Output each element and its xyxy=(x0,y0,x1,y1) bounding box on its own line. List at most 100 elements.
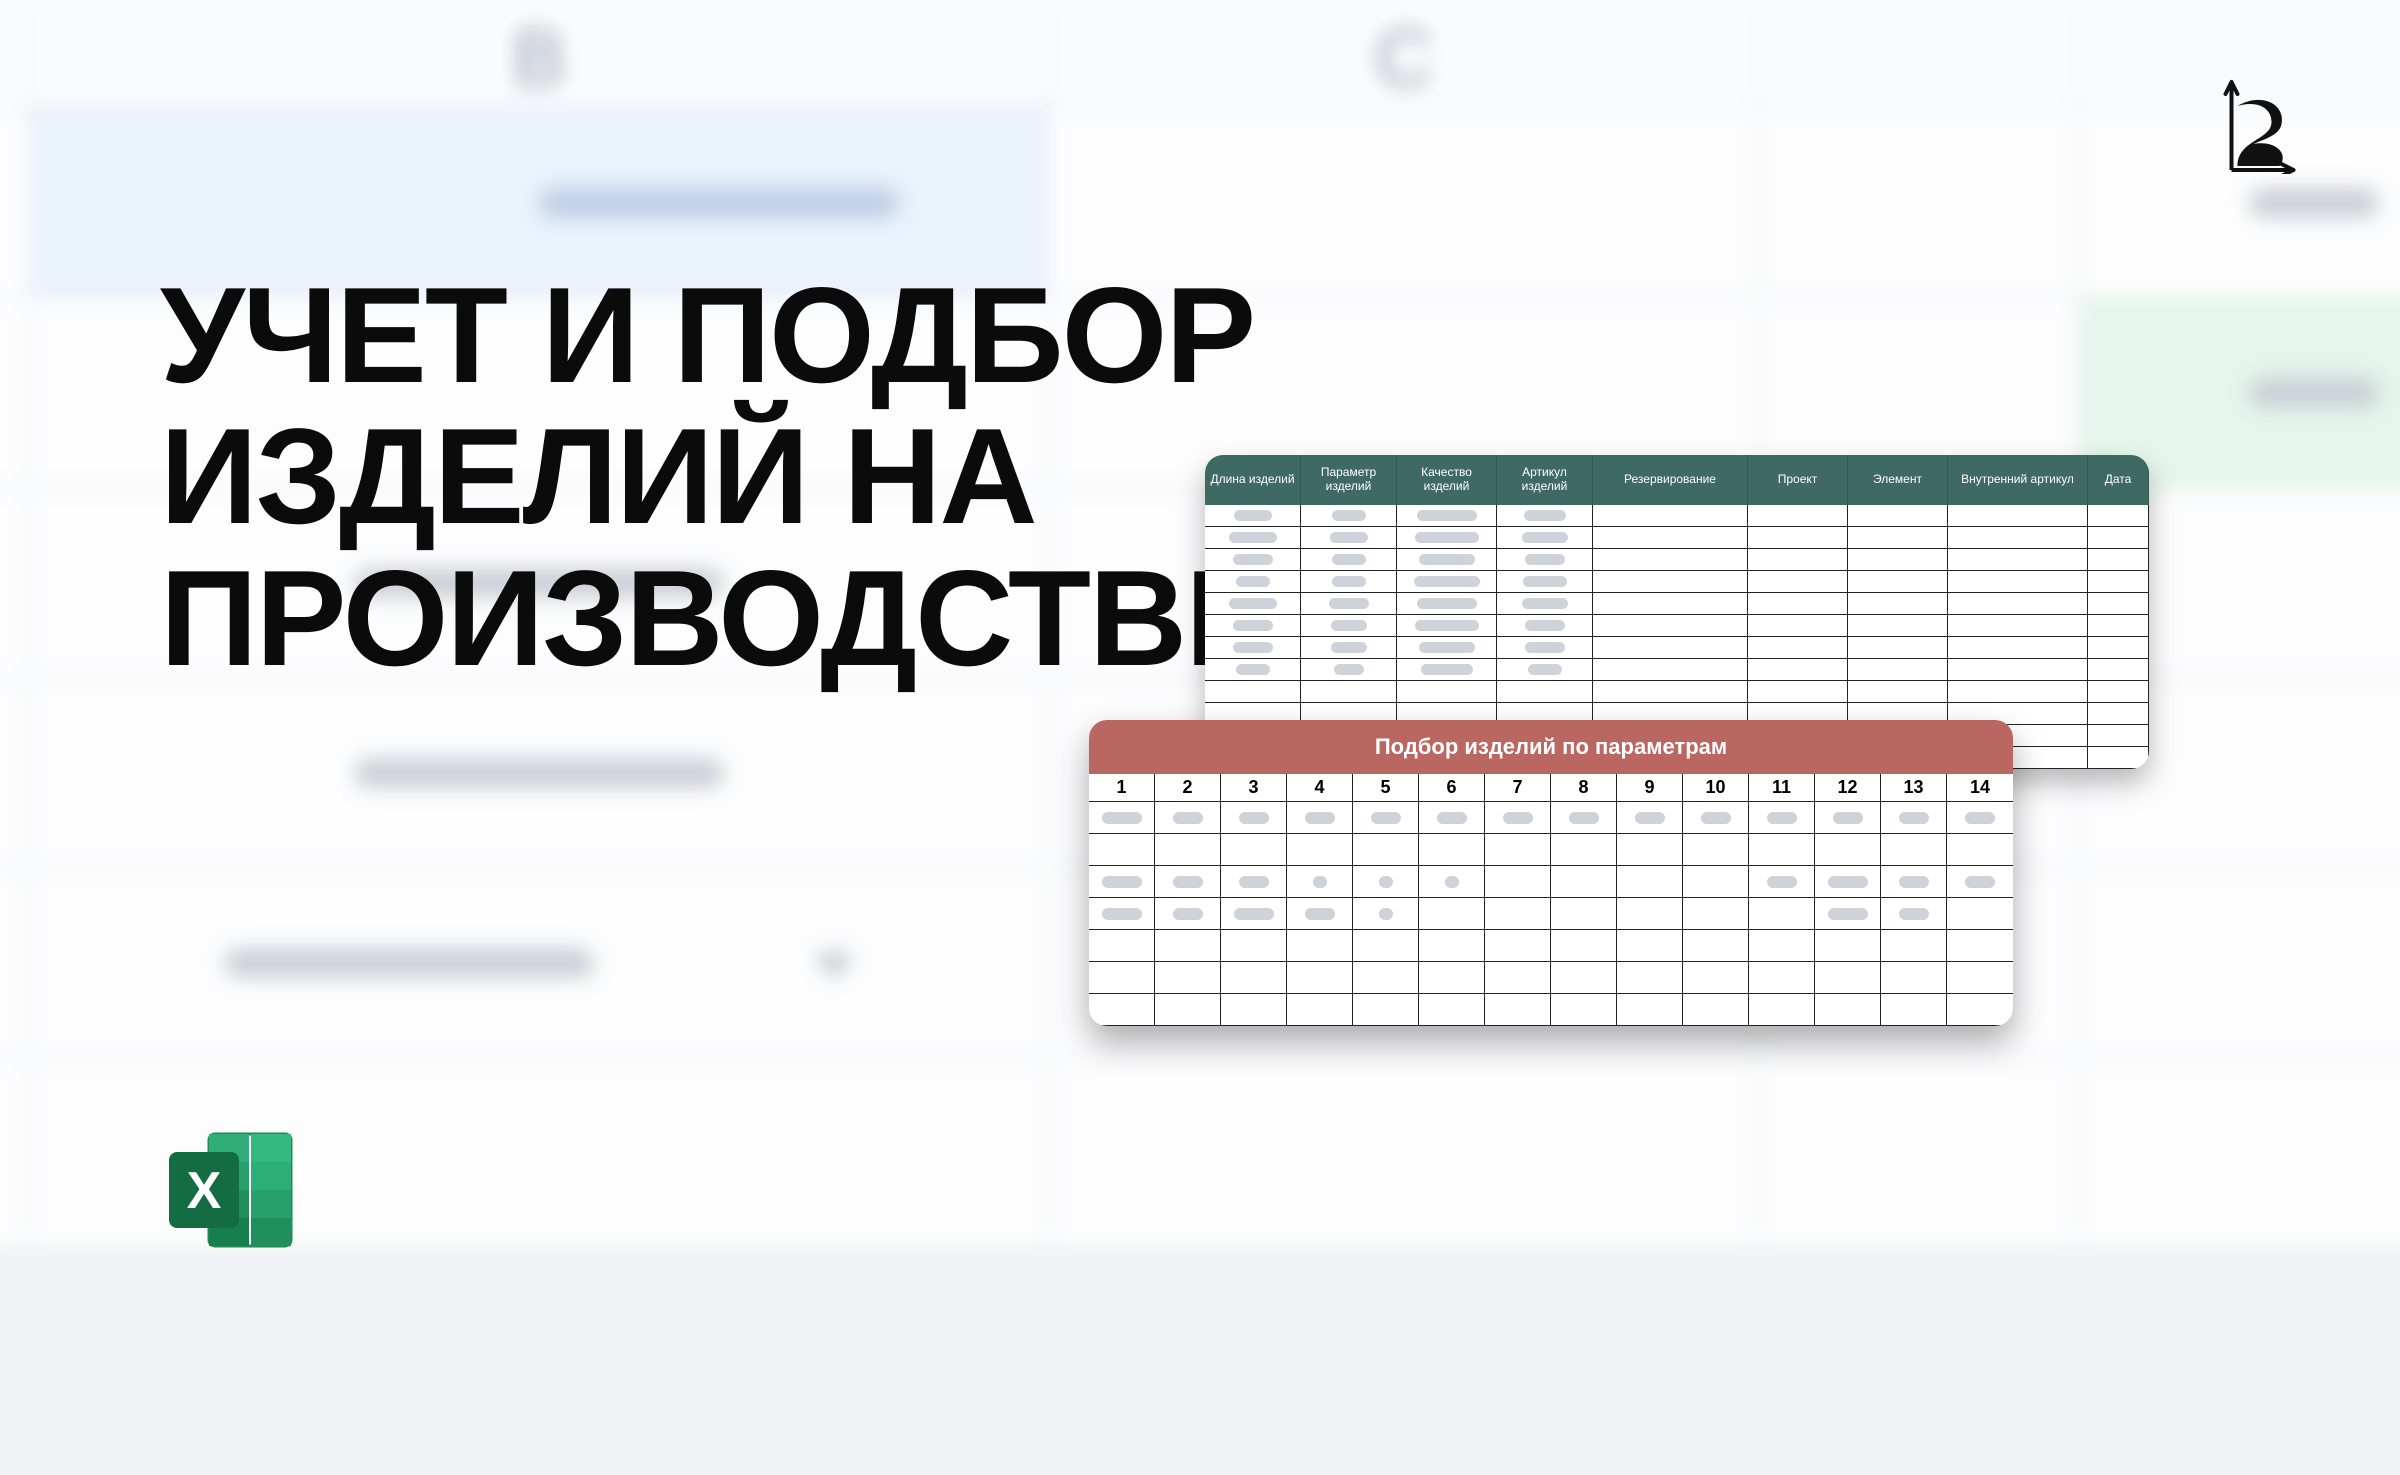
table-row xyxy=(1205,681,2149,703)
table-cell xyxy=(1497,571,1593,593)
table-row xyxy=(1089,962,2013,994)
table-cell xyxy=(1948,527,2088,549)
column-number: 12 xyxy=(1815,774,1881,802)
column-number: 7 xyxy=(1485,774,1551,802)
table-row xyxy=(1205,659,2149,681)
table-cell xyxy=(1353,866,1419,898)
table-cell xyxy=(1848,659,1948,681)
table-cell xyxy=(2088,747,2149,769)
table-cell xyxy=(1301,615,1397,637)
table-cell xyxy=(1155,994,1221,1026)
table-cell xyxy=(1221,802,1287,834)
title-line-3: ПРОИЗВОДСТВЕ xyxy=(160,542,1274,694)
column-number: 14 xyxy=(1947,774,2013,802)
table-cell xyxy=(1815,898,1881,930)
table-cell xyxy=(1419,994,1485,1026)
table-cell xyxy=(1617,834,1683,866)
table-cell xyxy=(1089,994,1155,1026)
table-cell xyxy=(1205,681,1301,703)
table-cell xyxy=(1497,615,1593,637)
table-cell xyxy=(1683,930,1749,962)
column-number: 5 xyxy=(1353,774,1419,802)
table-row xyxy=(1089,898,2013,930)
table-cell xyxy=(1497,527,1593,549)
table-cell xyxy=(1301,637,1397,659)
excel-icon: X xyxy=(165,1130,295,1255)
table-cell xyxy=(2088,593,2149,615)
table-cell xyxy=(1089,898,1155,930)
column-number: 13 xyxy=(1881,774,1947,802)
table-cell xyxy=(1683,898,1749,930)
table-cell xyxy=(1948,549,2088,571)
table-cell xyxy=(1881,930,1947,962)
table-cell xyxy=(1948,681,2088,703)
table-cell xyxy=(1205,637,1301,659)
col-project: Проект xyxy=(1748,455,1848,505)
table-cell xyxy=(1089,802,1155,834)
table-cell xyxy=(1948,659,2088,681)
table-cell xyxy=(1301,681,1397,703)
table-cell xyxy=(1593,593,1748,615)
table-cell xyxy=(1748,505,1848,527)
table-cell xyxy=(1551,898,1617,930)
table-cell xyxy=(1749,866,1815,898)
table-cell xyxy=(1497,505,1593,527)
table-cell xyxy=(2088,703,2149,725)
brand-logo xyxy=(2215,74,2300,179)
table-row xyxy=(1089,866,2013,898)
table-cell xyxy=(1593,571,1748,593)
col-param: Параметр изделий xyxy=(1301,455,1397,505)
table-cell xyxy=(1848,571,1948,593)
table-cell xyxy=(1617,802,1683,834)
table-cell xyxy=(1947,962,2013,994)
table-cell xyxy=(1397,505,1497,527)
table-cell xyxy=(1881,898,1947,930)
table-cell xyxy=(1205,527,1301,549)
table-cell xyxy=(1815,802,1881,834)
table-cell xyxy=(1485,962,1551,994)
table-cell xyxy=(2088,571,2149,593)
table-cell xyxy=(1593,681,1748,703)
column-number: 10 xyxy=(1683,774,1749,802)
table-cell xyxy=(1397,637,1497,659)
table-cell xyxy=(1551,930,1617,962)
table-cell xyxy=(1155,834,1221,866)
table-cell xyxy=(1748,527,1848,549)
table-cell xyxy=(1287,898,1353,930)
table-cell xyxy=(1749,962,1815,994)
table-cell xyxy=(1617,994,1683,1026)
table-cell xyxy=(1881,994,1947,1026)
table-cell xyxy=(1748,571,1848,593)
column-number: 6 xyxy=(1419,774,1485,802)
table-cell xyxy=(1485,994,1551,1026)
table-cell xyxy=(1617,898,1683,930)
table-cell xyxy=(2088,637,2149,659)
table-cell xyxy=(1485,866,1551,898)
table-cell xyxy=(1221,962,1287,994)
table-cell xyxy=(1948,593,2088,615)
table-cell xyxy=(1287,834,1353,866)
table-cell xyxy=(1848,527,1948,549)
table-cell xyxy=(1749,930,1815,962)
table-cell xyxy=(1397,549,1497,571)
table-cell xyxy=(1287,802,1353,834)
table-row xyxy=(1205,505,2149,527)
column-c-header: C xyxy=(1050,9,1760,109)
table-cell xyxy=(1497,659,1593,681)
table-cell xyxy=(1497,593,1593,615)
table-cell xyxy=(1353,930,1419,962)
col-date: Дата xyxy=(2088,455,2149,505)
svg-text:X: X xyxy=(187,1162,222,1220)
table-cell xyxy=(1301,659,1397,681)
title-line-1: УЧЕТ И ПОДБОР xyxy=(160,259,1254,411)
table-cell xyxy=(1155,802,1221,834)
table-cell xyxy=(1947,898,2013,930)
table-cell xyxy=(1419,802,1485,834)
table-row xyxy=(1205,527,2149,549)
table-cell xyxy=(1881,802,1947,834)
table-cell xyxy=(1397,681,1497,703)
table-cell xyxy=(1617,866,1683,898)
col-element: Элемент xyxy=(1848,455,1948,505)
table-cell xyxy=(1301,593,1397,615)
table-cell xyxy=(2088,681,2149,703)
